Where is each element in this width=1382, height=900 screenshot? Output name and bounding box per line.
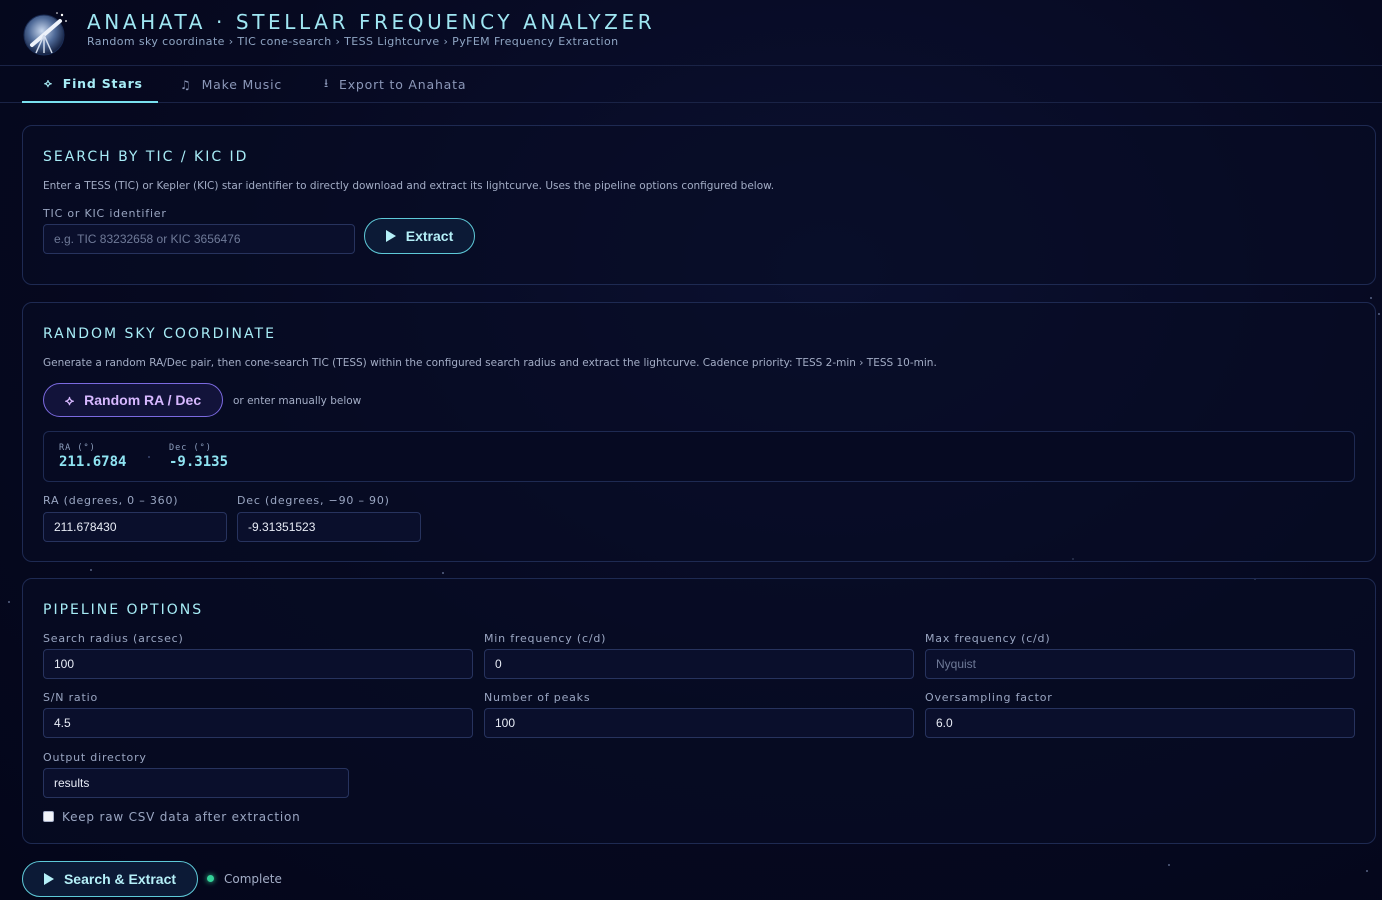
max-frequency-input[interactable] xyxy=(925,649,1355,679)
random-button-label: Random RA / Dec xyxy=(84,392,202,408)
panel-title: PIPELINE OPTIONS xyxy=(43,602,204,618)
tic-kic-input[interactable] xyxy=(43,224,355,254)
dec-input-label: Dec (degrees, −90 – 90) xyxy=(237,494,390,507)
background-star xyxy=(1370,297,1372,299)
tab-label: Make Music xyxy=(201,77,283,92)
coordinate-readout: RA (°) 211.6784 Dec (°) -9.3135 xyxy=(43,431,1355,482)
app-subtitle: Random sky coordinate › TIC cone-search … xyxy=(87,35,619,48)
telescope-icon: ⟡ xyxy=(64,391,75,408)
background-star xyxy=(90,569,92,571)
tab-label: Export to Anahata xyxy=(339,77,467,92)
telescope-icon: ⟡ xyxy=(44,76,53,90)
dec-input[interactable] xyxy=(237,512,421,542)
dec-readout-value: -9.3135 xyxy=(169,454,229,470)
telescope-logo-icon xyxy=(23,12,67,56)
tab-export-anahata[interactable]: ⭳ Export to Anahata xyxy=(324,66,466,103)
search-radius-label: Search radius (arcsec) xyxy=(43,632,184,645)
status-text: Complete xyxy=(224,872,282,886)
min-frequency-input[interactable] xyxy=(484,649,914,679)
panel-title: RANDOM SKY COORDINATE xyxy=(43,326,276,342)
ra-input-label: RA (degrees, 0 – 360) xyxy=(43,494,179,507)
music-note-icon: ♫ xyxy=(180,77,192,92)
output-directory-label: Output directory xyxy=(43,751,147,764)
pipeline-options-panel: PIPELINE OPTIONS Search radius (arcsec) … xyxy=(22,578,1376,844)
ra-readout-value: 211.6784 xyxy=(59,454,127,470)
download-icon: ⭳ xyxy=(324,76,330,90)
background-star xyxy=(442,572,444,574)
extract-button[interactable]: Extract xyxy=(364,218,475,254)
manual-entry-hint: or enter manually below xyxy=(233,395,362,407)
background-star xyxy=(1366,870,1368,872)
extract-button-label: Extract xyxy=(405,228,454,244)
play-icon xyxy=(385,230,396,242)
search-extract-button[interactable]: Search & Extract xyxy=(22,861,198,897)
tab-label: Find Stars xyxy=(62,76,143,91)
panel-description: Enter a TESS (TIC) or Kepler (KIC) star … xyxy=(43,180,775,192)
output-directory-input[interactable] xyxy=(43,768,349,798)
ra-input[interactable] xyxy=(43,512,227,542)
background-star xyxy=(1168,864,1170,866)
app-title: ANAHATA · STELLAR FREQUENCY ANALYZER xyxy=(87,10,656,34)
tic-kic-label: TIC or KIC identifier xyxy=(43,207,167,220)
search-radius-input[interactable] xyxy=(43,649,473,679)
dec-readout-label: Dec (°) xyxy=(169,443,212,453)
keep-csv-checkbox[interactable] xyxy=(43,811,54,822)
ra-readout-label: RA (°) xyxy=(59,443,96,453)
background-star xyxy=(8,601,10,603)
keep-csv-label: Keep raw CSV data after extraction xyxy=(62,810,301,824)
number-of-peaks-input[interactable] xyxy=(484,708,914,738)
random-ra-dec-button[interactable]: ⟡ Random RA / Dec xyxy=(43,383,223,417)
min-frequency-label: Min frequency (c/d) xyxy=(484,632,607,645)
oversampling-input[interactable] xyxy=(925,708,1355,738)
panel-description: Generate a random RA/Dec pair, then cone… xyxy=(43,357,937,369)
max-frequency-label: Max frequency (c/d) xyxy=(925,632,1051,645)
sn-ratio-label: S/N ratio xyxy=(43,691,98,704)
search-extract-label: Search & Extract xyxy=(63,871,177,887)
tab-make-music[interactable]: ♫ Make Music xyxy=(180,66,282,103)
play-icon xyxy=(43,873,54,885)
status-indicator xyxy=(207,875,214,882)
background-star xyxy=(1378,313,1380,315)
separator-dot xyxy=(148,456,150,458)
oversampling-label: Oversampling factor xyxy=(925,691,1053,704)
tab-bar: ⟡ Find Stars ♫ Make Music ⭳ Export to An… xyxy=(0,66,1382,103)
app-header: ANAHATA · STELLAR FREQUENCY ANALYZER Ran… xyxy=(0,0,1382,66)
number-of-peaks-label: Number of peaks xyxy=(484,691,591,704)
panel-title: SEARCH BY TIC / KIC ID xyxy=(43,149,249,165)
tab-find-stars[interactable]: ⟡ Find Stars xyxy=(22,66,158,103)
sn-ratio-input[interactable] xyxy=(43,708,473,738)
search-by-id-panel: SEARCH BY TIC / KIC ID Enter a TESS (TIC… xyxy=(22,125,1376,285)
random-sky-coordinate-panel: RANDOM SKY COORDINATE Generate a random … xyxy=(22,302,1376,562)
